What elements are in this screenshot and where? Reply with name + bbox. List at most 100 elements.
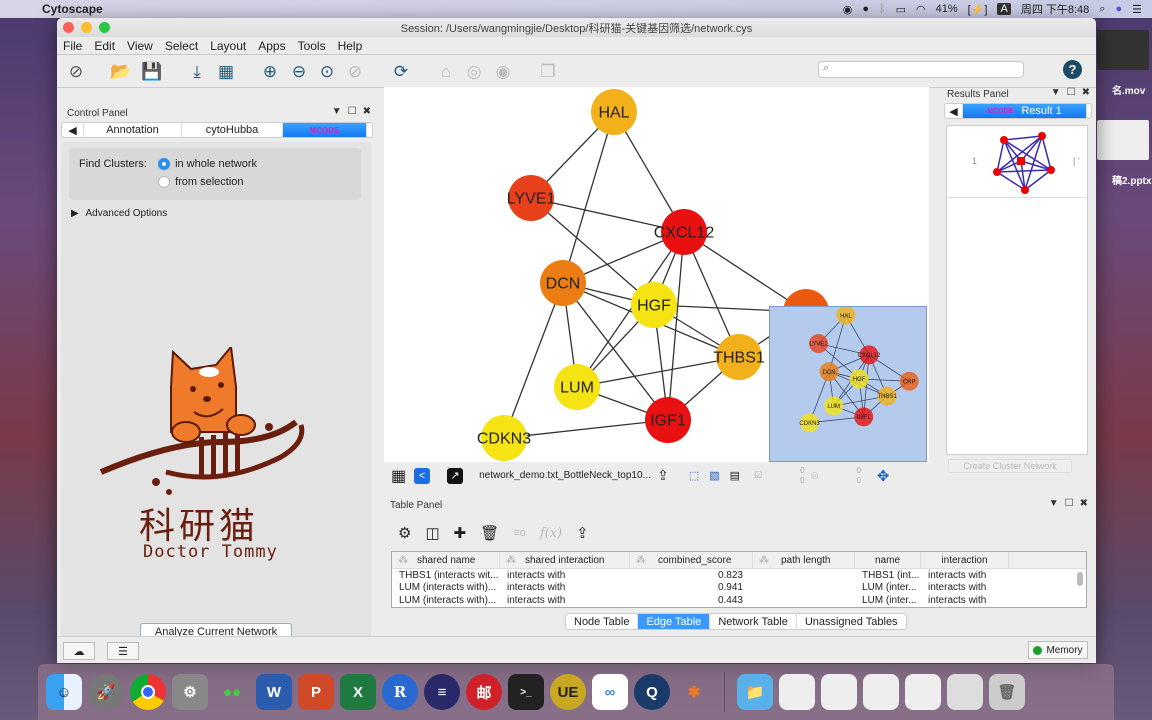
export-table-icon[interactable]: ⇪ (576, 524, 589, 542)
menu-file[interactable]: File (57, 39, 88, 53)
node-IGF1[interactable]: IGF1 (645, 397, 691, 443)
wifi-icon[interactable]: ◠ (916, 3, 926, 16)
clock[interactable]: 周四 下午8:48 (1021, 1, 1089, 17)
search-input[interactable]: ⌕ (818, 61, 1024, 78)
spotlight-icon[interactable]: ⌕ (1099, 3, 1105, 16)
close-panel-icon[interactable]: ✖ (363, 106, 371, 117)
column-header[interactable]: ⁂ combined_score (630, 552, 753, 568)
bluetooth-icon[interactable]: ᛒ (879, 3, 886, 15)
node-LUM[interactable]: LUM (554, 364, 600, 410)
table-cell[interactable]: interacts with (500, 595, 630, 606)
table-cell[interactable]: interacts with (921, 582, 1009, 593)
column-header[interactable]: name (855, 552, 921, 568)
input-method-icon[interactable]: A (997, 3, 1011, 15)
table-cell[interactable]: interacts with (921, 570, 1009, 581)
tab-result-1[interactable]: MCODE Result 1 (963, 104, 1087, 118)
dock-launchpad-icon[interactable]: 🚀 (88, 674, 124, 710)
share-network-icon[interactable]: < (414, 467, 431, 484)
tab-edge-table[interactable]: Edge Table (638, 614, 711, 629)
task-list-icon[interactable]: ☰ (107, 642, 139, 660)
table-scrollbar[interactable] (1077, 572, 1083, 586)
display-icon[interactable]: ▭ (896, 3, 906, 16)
menu-edit[interactable]: Edit (88, 39, 121, 53)
zoom-out-icon[interactable]: ⊖ (288, 61, 310, 83)
refresh-icon[interactable]: ⟳ (390, 61, 412, 83)
table-cell[interactable]: 0.941 (630, 582, 753, 593)
tab-mcode[interactable]: MCODE (283, 123, 367, 137)
dock-ultraedit-icon[interactable]: UE (550, 674, 586, 710)
table-cell[interactable]: LUM (inter... (855, 595, 921, 606)
desktop-file-pptx[interactable]: 稿2.pptx (1112, 172, 1151, 187)
import-network-icon[interactable]: ⤓ (186, 61, 208, 83)
zoom-selected-icon[interactable]: ⊘ (344, 61, 366, 83)
dock-system-preferences-icon[interactable]: ⚙ (172, 674, 208, 710)
tab-scroll-left[interactable]: ◀ (62, 123, 84, 137)
table-cell[interactable]: interacts with (500, 582, 630, 593)
column-header[interactable]: interaction (921, 552, 1009, 568)
desktop-file-thumb[interactable] (1097, 120, 1149, 160)
table-cell[interactable]: interacts with (500, 570, 630, 581)
app-menu-name[interactable]: Cytoscape (42, 2, 103, 16)
menu-apps[interactable]: Apps (252, 39, 291, 53)
radio-whole-network[interactable]: in whole network (158, 158, 257, 171)
add-column-icon[interactable]: ✚ (454, 524, 467, 542)
network-overview[interactable]: HAL LYVE1 CXCL12 DCN HGF THBS1 LUM IGF1 CDKN3 CRP (769, 305, 927, 462)
function-builder-icon[interactable]: f(x) (540, 526, 562, 541)
column-header[interactable]: ⁂ shared name (392, 552, 500, 568)
table-cell[interactable]: 0.823 (630, 570, 753, 581)
dock-quicktime-icon[interactable]: Q (634, 674, 670, 710)
table-row[interactable]: LUM (interacts with)... interacts with 0.9… (392, 582, 1086, 595)
dock-r-icon[interactable]: R (382, 674, 418, 710)
open-session-icon[interactable]: 📂 (110, 61, 132, 83)
network-globe-icon[interactable]: ⊘ (65, 61, 87, 83)
menu-layout[interactable]: Layout (204, 39, 252, 53)
siri-icon[interactable]: ● (1115, 3, 1122, 15)
node-HGF[interactable]: HGF (631, 282, 677, 328)
select-annotations-icon[interactable]: ▤ (730, 469, 740, 482)
new-network-from-selection-icon[interactable]: ❐ (537, 61, 559, 83)
menu-view[interactable]: View (121, 39, 159, 53)
dock-downloads-folder-icon[interactable]: 📁 (737, 674, 773, 710)
node-DCN[interactable]: DCN (540, 260, 586, 306)
notification-center-icon[interactable]: ☰ (1132, 3, 1142, 16)
panel-menu-icon[interactable]: ▼ (1051, 87, 1061, 98)
link-icon[interactable]: ≡o (513, 527, 526, 539)
panel-menu-icon[interactable]: ▼ (332, 106, 342, 117)
export-network-icon[interactable]: ⇪ (657, 467, 669, 484)
cluster-thumbnail[interactable] (989, 128, 1059, 198)
table-cell[interactable]: 0.443 (630, 595, 753, 606)
selected-nodes-checkbox-icon[interactable]: ☑ (754, 470, 762, 481)
create-cluster-network-button[interactable]: Create Cluster Network (948, 459, 1072, 473)
table-cell[interactable]: LUM (inter... (855, 582, 921, 593)
dock-chrome-icon[interactable] (130, 674, 166, 710)
maximize-window-button[interactable] (99, 22, 110, 33)
menu-help[interactable]: Help (332, 39, 369, 53)
table-cell[interactable]: THBS1 (interacts wit... (392, 570, 500, 581)
table-cell[interactable]: LUM (interacts with)... (392, 582, 500, 593)
float-panel-icon[interactable]: ☐ (348, 106, 357, 117)
tab-unassigned-tables[interactable]: Unassigned Tables (797, 614, 906, 629)
network-view[interactable]: HAL LYVE1 CXCL12 DCN HGF THBS1 LUM IGF1 CDKN3 CRP… (384, 87, 929, 462)
help-icon[interactable]: ? (1063, 60, 1082, 79)
tab-cytohubba[interactable]: cytoHubba (182, 123, 283, 137)
node-HAL[interactable]: HAL (591, 89, 637, 135)
grid-view-icon[interactable]: ▦ (391, 466, 406, 486)
edge-CXCL12-IGF1[interactable] (667, 231, 685, 421)
edge-DCN-CDKN3[interactable] (503, 282, 564, 439)
table-row[interactable]: LUM (interacts with)... interacts with 0.4… (392, 594, 1086, 607)
dock-word-icon[interactable]: W (256, 674, 292, 710)
table-cell[interactable]: interacts with (921, 595, 1009, 606)
dock-window-thumbnail[interactable] (905, 674, 941, 710)
advanced-options-toggle[interactable]: ▶ Advanced Options (71, 208, 167, 219)
close-panel-icon[interactable]: ✖ (1080, 498, 1088, 509)
network-name-label[interactable]: network_demo.txt_BottleNeck_top10... (479, 470, 651, 481)
import-table-icon[interactable]: ▦ (215, 61, 237, 83)
dock-terminal-icon[interactable]: >_ (508, 674, 544, 710)
wechat-icon[interactable]: ● (862, 3, 869, 15)
save-session-icon[interactable]: 💾 (141, 61, 163, 83)
dock-powerpoint-icon[interactable]: P (298, 674, 334, 710)
select-nodes-icon[interactable]: ⬚ (689, 469, 699, 482)
record-icon[interactable]: ◉ (843, 3, 853, 16)
first-neighbors-icon[interactable]: ⌂ (435, 61, 457, 83)
delete-column-icon[interactable]: 🗑 (480, 524, 499, 542)
